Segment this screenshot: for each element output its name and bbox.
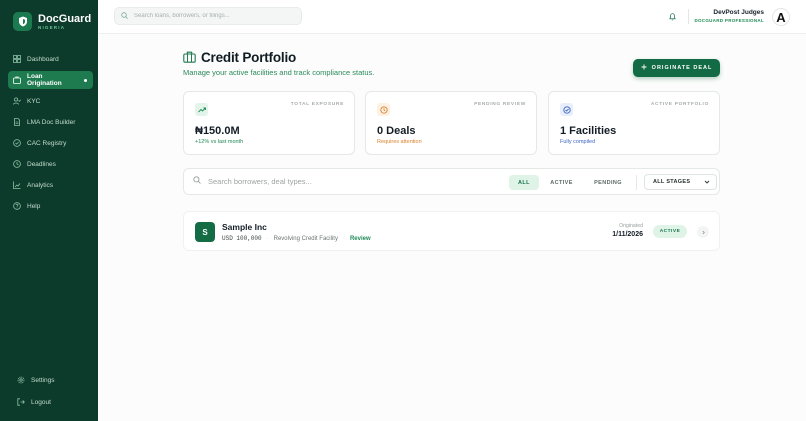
document-icon — [13, 118, 21, 126]
sidebar-item-label: Dashboard — [27, 55, 59, 63]
stat-note: Requires attention — [377, 139, 422, 145]
sidebar-item-settings[interactable]: Settings — [12, 371, 92, 389]
sidebar-item-label: Loan Origination — [27, 73, 62, 87]
clock-icon — [13, 160, 21, 168]
stat-label: TOTAL EXPOSURE — [290, 102, 344, 107]
stat-label: ACTIVE PORTFOLIO — [650, 102, 709, 107]
sidebar-item-label: Settings — [31, 376, 55, 384]
sidebar-item-label: KYC — [27, 97, 41, 105]
stage-select[interactable]: ALL STAGES — [644, 174, 717, 190]
plus-icon — [641, 64, 647, 72]
stat-card-pending-review: PENDING REVIEW 0 Deals Requires attentio… — [365, 91, 537, 155]
brand[interactable]: DocGuard NIGERIA — [13, 12, 91, 31]
tab-active[interactable]: ACTIVE — [546, 175, 577, 190]
sidebar-item-label: Analytics — [27, 181, 54, 189]
sidebar-item-logout[interactable]: Logout — [12, 393, 92, 411]
help-icon — [13, 202, 21, 210]
sidebar-item-analytics[interactable]: Analytics — [8, 176, 93, 194]
global-search[interactable] — [114, 7, 302, 25]
global-search-input[interactable] — [134, 13, 294, 19]
separator-dot: · — [266, 235, 269, 242]
page-subtitle: Manage your active facilities and track … — [183, 68, 375, 77]
stat-card-active-portfolio: ACTIVE PORTFOLIO 1 Facilities Fully comp… — [548, 91, 720, 155]
tab-all[interactable]: ALL — [509, 175, 539, 190]
deal-search[interactable] — [193, 176, 408, 186]
divider — [636, 175, 637, 190]
sidebar-item-label: CAC Registry — [27, 139, 67, 147]
deal-avatar: S — [195, 222, 215, 242]
originated-label: Originated — [619, 223, 643, 229]
bell-icon[interactable] — [666, 10, 678, 22]
shield-check-icon — [13, 139, 21, 147]
sidebar-item-label: Logout — [31, 398, 51, 406]
stat-value: 0 Deals — [377, 125, 416, 137]
originate-deal-label: ORIGINATE DEAL — [651, 65, 713, 71]
sidebar-item-deadlines[interactable]: Deadlines — [8, 155, 93, 173]
brand-subtitle: NIGERIA — [38, 24, 66, 30]
sidebar-item-cac-registry[interactable]: CAC Registry — [8, 134, 93, 152]
sidebar-item-dashboard[interactable]: Dashboard — [8, 50, 93, 68]
sidebar-item-kyc[interactable]: KYC — [8, 92, 93, 110]
trending-up-icon — [195, 103, 208, 116]
logout-icon — [17, 398, 25, 406]
deal-row[interactable]: S Sample Inc USD 100,000 · Revolving Cre… — [183, 211, 720, 251]
stage-select-value: ALL STAGES — [653, 179, 691, 185]
stat-label: PENDING REVIEW — [474, 102, 526, 107]
briefcase-icon — [13, 76, 21, 84]
clock-icon — [377, 103, 390, 116]
sidebar-item-help[interactable]: Help — [8, 197, 93, 215]
tab-pending[interactable]: PENDING — [590, 175, 626, 190]
sidebar-item-label: LMA Doc Builder — [27, 118, 76, 126]
deal-amount: USD 100,000 — [222, 235, 262, 242]
sidebar: DocGuard NIGERIA Dashboard Loan Originat… — [0, 0, 98, 421]
avatar[interactable]: A — [772, 8, 790, 26]
topbar: DevPost Judges DOCGUARD PROFESSIONAL A — [98, 0, 806, 34]
check-circle-icon — [560, 103, 573, 116]
search-icon — [121, 11, 128, 21]
deal-meta: USD 100,000 · Revolving Credit Facility … — [222, 235, 371, 242]
divider — [688, 9, 689, 24]
filter-bar: ALL ACTIVE PENDING ALL STAGES — [183, 168, 720, 195]
stat-note: Fully compiled — [560, 139, 596, 145]
briefcase-icon — [183, 51, 196, 65]
brand-name: DocGuard — [38, 12, 92, 25]
user-role: DOCGUARD PROFESSIONAL — [694, 18, 764, 23]
status-badge: ACTIVE — [653, 225, 687, 238]
sidebar-nav: Dashboard Loan Origination KYC LMA Doc B… — [8, 50, 93, 218]
stat-card-total-exposure: TOTAL EXPOSURE ₦150.0M +12% vs last mont… — [183, 91, 355, 155]
deal-facility: Revolving Credit Facility — [273, 235, 338, 242]
sidebar-item-lma-doc-builder[interactable]: LMA Doc Builder — [8, 113, 93, 131]
chevron-right-icon[interactable] — [697, 226, 709, 238]
user-check-icon — [13, 97, 21, 105]
dashboard-icon — [13, 55, 21, 63]
chevron-down-icon — [704, 179, 710, 187]
sidebar-bottom: Settings Logout — [12, 371, 92, 415]
originated-date: 1/11/2026 — [612, 231, 643, 238]
sidebar-item-label: Help — [27, 202, 41, 210]
separator-dot: · — [342, 235, 345, 242]
user-name: DevPost Judges — [713, 9, 764, 16]
sidebar-item-label: Deadlines — [27, 160, 56, 168]
sidebar-item-loan-origination[interactable]: Loan Origination — [8, 71, 93, 89]
originate-deal-button[interactable]: ORIGINATE DEAL — [633, 59, 720, 77]
active-indicator — [84, 78, 87, 82]
shield-logo-icon — [13, 12, 32, 31]
page-title: Credit Portfolio — [201, 50, 297, 65]
gear-icon — [17, 376, 25, 384]
deal-name: Sample Inc — [222, 222, 267, 232]
stat-value: 1 Facilities — [560, 125, 617, 137]
stat-value: ₦150.0M — [195, 125, 240, 137]
page-header: Credit Portfolio — [183, 50, 296, 65]
chart-icon — [13, 181, 21, 189]
deal-search-input[interactable] — [208, 176, 408, 186]
stat-note: +12% vs last month — [195, 139, 244, 145]
search-icon — [193, 176, 201, 186]
user-info[interactable]: DevPost Judges DOCGUARD PROFESSIONAL — [694, 9, 764, 24]
review-link[interactable]: Review — [350, 236, 371, 242]
